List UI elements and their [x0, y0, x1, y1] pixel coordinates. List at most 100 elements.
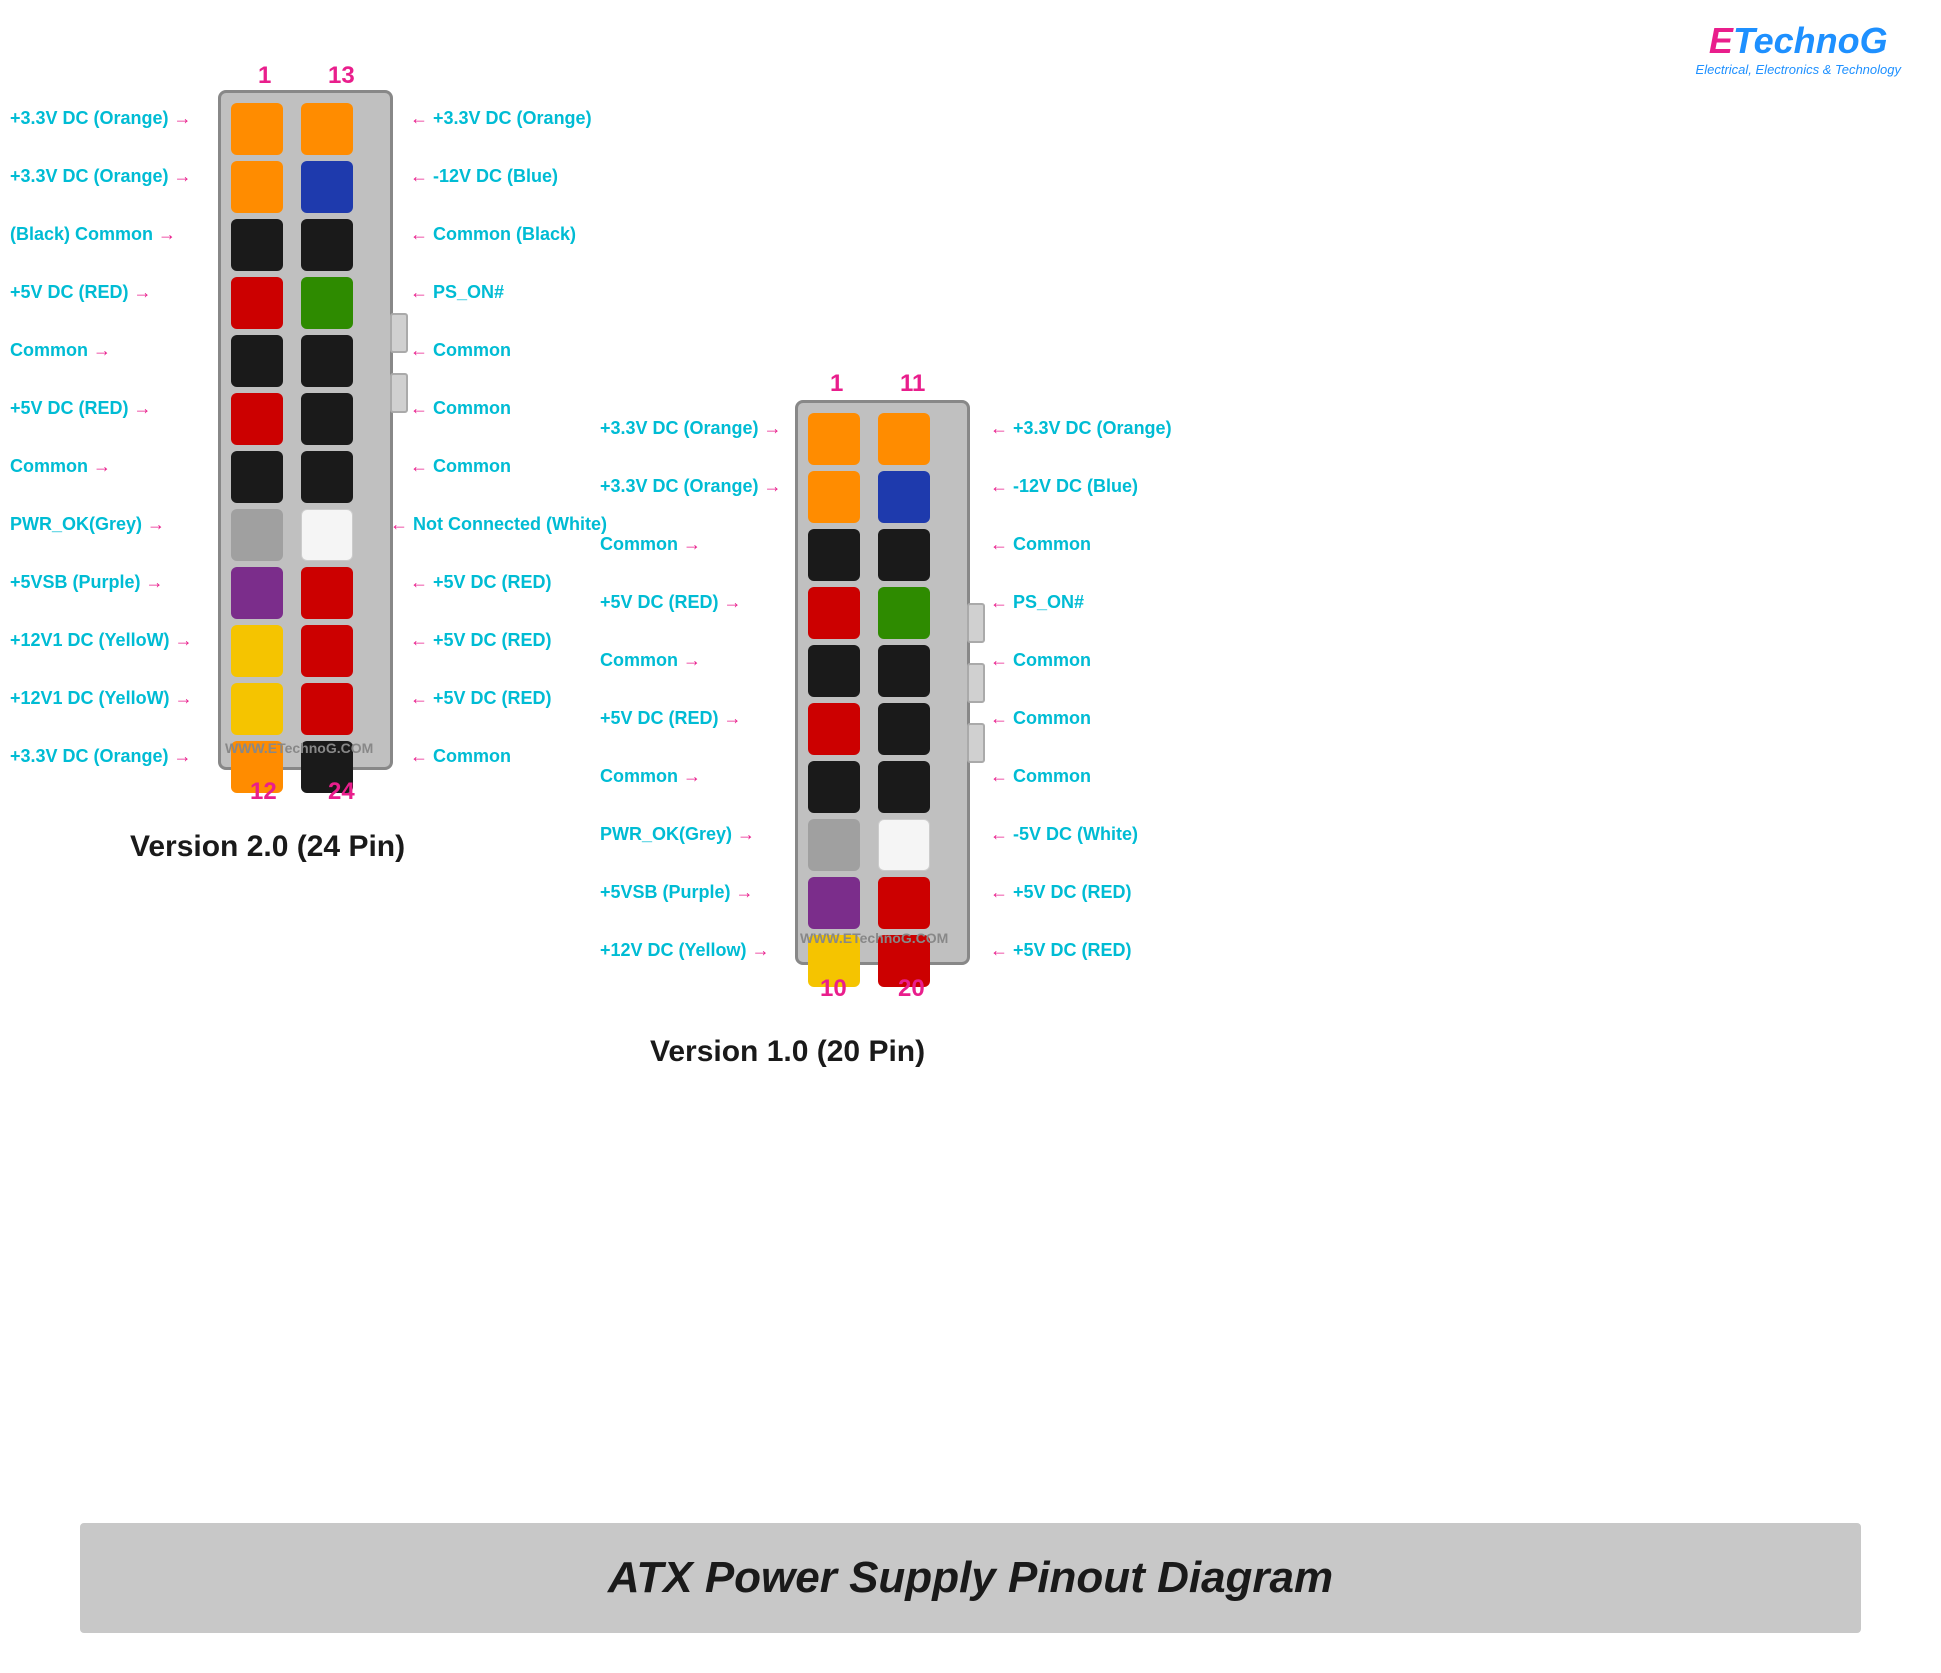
label-24-L6: +5V DC (RED) [10, 398, 152, 419]
label-24-R7: Common [410, 456, 511, 477]
pin-20-L6 [808, 703, 860, 755]
label-20-L10: +12V DC (Yellow) [600, 940, 770, 961]
label-24-R10: +5V DC (RED) [410, 630, 552, 651]
pin-24-R11 [301, 683, 353, 735]
label-20-R2: -12V DC (Blue) [990, 476, 1138, 497]
pin-20-R3 [878, 529, 930, 581]
pin-24-L7 [231, 451, 283, 503]
pin-20-R9 [878, 877, 930, 929]
label-24-R4: PS_ON# [410, 282, 504, 303]
label-20-R3: Common [990, 534, 1091, 555]
label-24-L5: Common [10, 340, 111, 361]
pin-num-24-top-left: 1 [258, 62, 271, 90]
pin-24-R9 [301, 567, 353, 619]
pin-24-R7 [301, 451, 353, 503]
pin-24-L6 [231, 393, 283, 445]
label-24-L7: Common [10, 456, 111, 477]
label-24-R9: +5V DC (RED) [410, 572, 552, 593]
label-20-R6: Common [990, 708, 1091, 729]
logo: ETechnoG Electrical, Electronics & Techn… [1696, 20, 1901, 77]
pin-24-L1 [231, 103, 283, 155]
pin-24-R1 [301, 103, 353, 155]
label-24-L3: (Black) Common [10, 224, 176, 245]
pin-24-R2 [301, 161, 353, 213]
label-24-L8: PWR_OK(Grey) [10, 514, 165, 535]
latch-20-1 [967, 603, 985, 643]
label-20-R7: Common [990, 766, 1091, 787]
label-24-R3: Common (Black) [410, 224, 576, 245]
pin-24-L10 [231, 625, 283, 677]
label-20-L7: Common [600, 766, 701, 787]
connector-24-housing [218, 90, 393, 770]
pin-20-L7 [808, 761, 860, 813]
label-24-L1: +3.3V DC (Orange) [10, 108, 192, 129]
label-20-L8: PWR_OK(Grey) [600, 824, 755, 845]
label-20-R10: +5V DC (RED) [990, 940, 1132, 961]
label-20-L2: +3.3V DC (Orange) [600, 476, 782, 497]
pin-20-L9 [808, 877, 860, 929]
label-24-R1: +3.3V DC (Orange) [410, 108, 592, 129]
label-20-L6: +5V DC (RED) [600, 708, 742, 729]
label-24-R5: Common [410, 340, 511, 361]
pin-24-R3 [301, 219, 353, 271]
label-24-R8: Not Connected (White) [390, 514, 607, 535]
latch-20-2 [967, 663, 985, 703]
logo-e: E [1709, 20, 1733, 61]
label-20-L9: +5VSB (Purple) [600, 882, 754, 903]
pin-20-L2 [808, 471, 860, 523]
pin-20-R1 [878, 413, 930, 465]
label-24-R2: -12V DC (Blue) [410, 166, 558, 187]
label-24-R12: Common [410, 746, 511, 767]
version20-title: Version 1.0 (20 Pin) [650, 1035, 925, 1069]
label-20-R5: Common [990, 650, 1091, 671]
pin-num-20-bot-right: 20 [898, 975, 925, 1003]
logo-technog: TechnoG [1733, 20, 1888, 61]
label-24-R11: +5V DC (RED) [410, 688, 552, 709]
pin-24-R5 [301, 335, 353, 387]
watermark-24: WWW.ETechnoG.COM [225, 740, 373, 756]
logo-sub: Electrical, Electronics & Technology [1696, 62, 1901, 77]
label-24-R6: Common [410, 398, 511, 419]
connector-20-housing [795, 400, 970, 965]
pin-20-L4 [808, 587, 860, 639]
pin-20-L3 [808, 529, 860, 581]
pin-num-24-bot-left: 12 [250, 778, 277, 806]
label-20-R1: +3.3V DC (Orange) [990, 418, 1172, 439]
pin-20-R5 [878, 645, 930, 697]
pin-24-L9 [231, 567, 283, 619]
label-20-L5: Common [600, 650, 701, 671]
pin-24-R6 [301, 393, 353, 445]
watermark-20: WWW.ETechnoG.COM [800, 930, 948, 946]
label-24-L11: +12V1 DC (YelloW) [10, 688, 193, 709]
pin-24-L3 [231, 219, 283, 271]
label-24-L10: +12V1 DC (YelloW) [10, 630, 193, 651]
label-20-R8: -5V DC (White) [990, 824, 1138, 845]
pin-24-L11 [231, 683, 283, 735]
latch-24-1 [390, 313, 408, 353]
label-24-L2: +3.3V DC (Orange) [10, 166, 192, 187]
pin-20-R2 [878, 471, 930, 523]
pin-20-L5 [808, 645, 860, 697]
pin-num-20-bot-left: 10 [820, 975, 847, 1003]
pin-20-L1 [808, 413, 860, 465]
pin-20-R4 [878, 587, 930, 639]
pin-24-L5 [231, 335, 283, 387]
main-title-text: ATX Power Supply Pinout Diagram [608, 1553, 1333, 1603]
version24-title: Version 2.0 (24 Pin) [130, 830, 405, 864]
label-20-L1: +3.3V DC (Orange) [600, 418, 782, 439]
pin-20-R8 [878, 819, 930, 871]
pin-20-R7 [878, 761, 930, 813]
main-title-bar: ATX Power Supply Pinout Diagram [80, 1523, 1861, 1633]
pin-num-20-top-left: 1 [830, 370, 843, 398]
pin-num-24-bot-right: 24 [328, 778, 355, 806]
page-container: ETechnoG Electrical, Electronics & Techn… [0, 0, 1941, 1673]
label-20-L4: +5V DC (RED) [600, 592, 742, 613]
pin-24-R8 [301, 509, 353, 561]
label-24-L9: +5VSB (Purple) [10, 572, 164, 593]
label-24-L12: +3.3V DC (Orange) [10, 746, 192, 767]
pin-20-L8 [808, 819, 860, 871]
pin-24-R4 [301, 277, 353, 329]
label-20-R9: +5V DC (RED) [990, 882, 1132, 903]
latch-24-2 [390, 373, 408, 413]
pin-24-L4 [231, 277, 283, 329]
